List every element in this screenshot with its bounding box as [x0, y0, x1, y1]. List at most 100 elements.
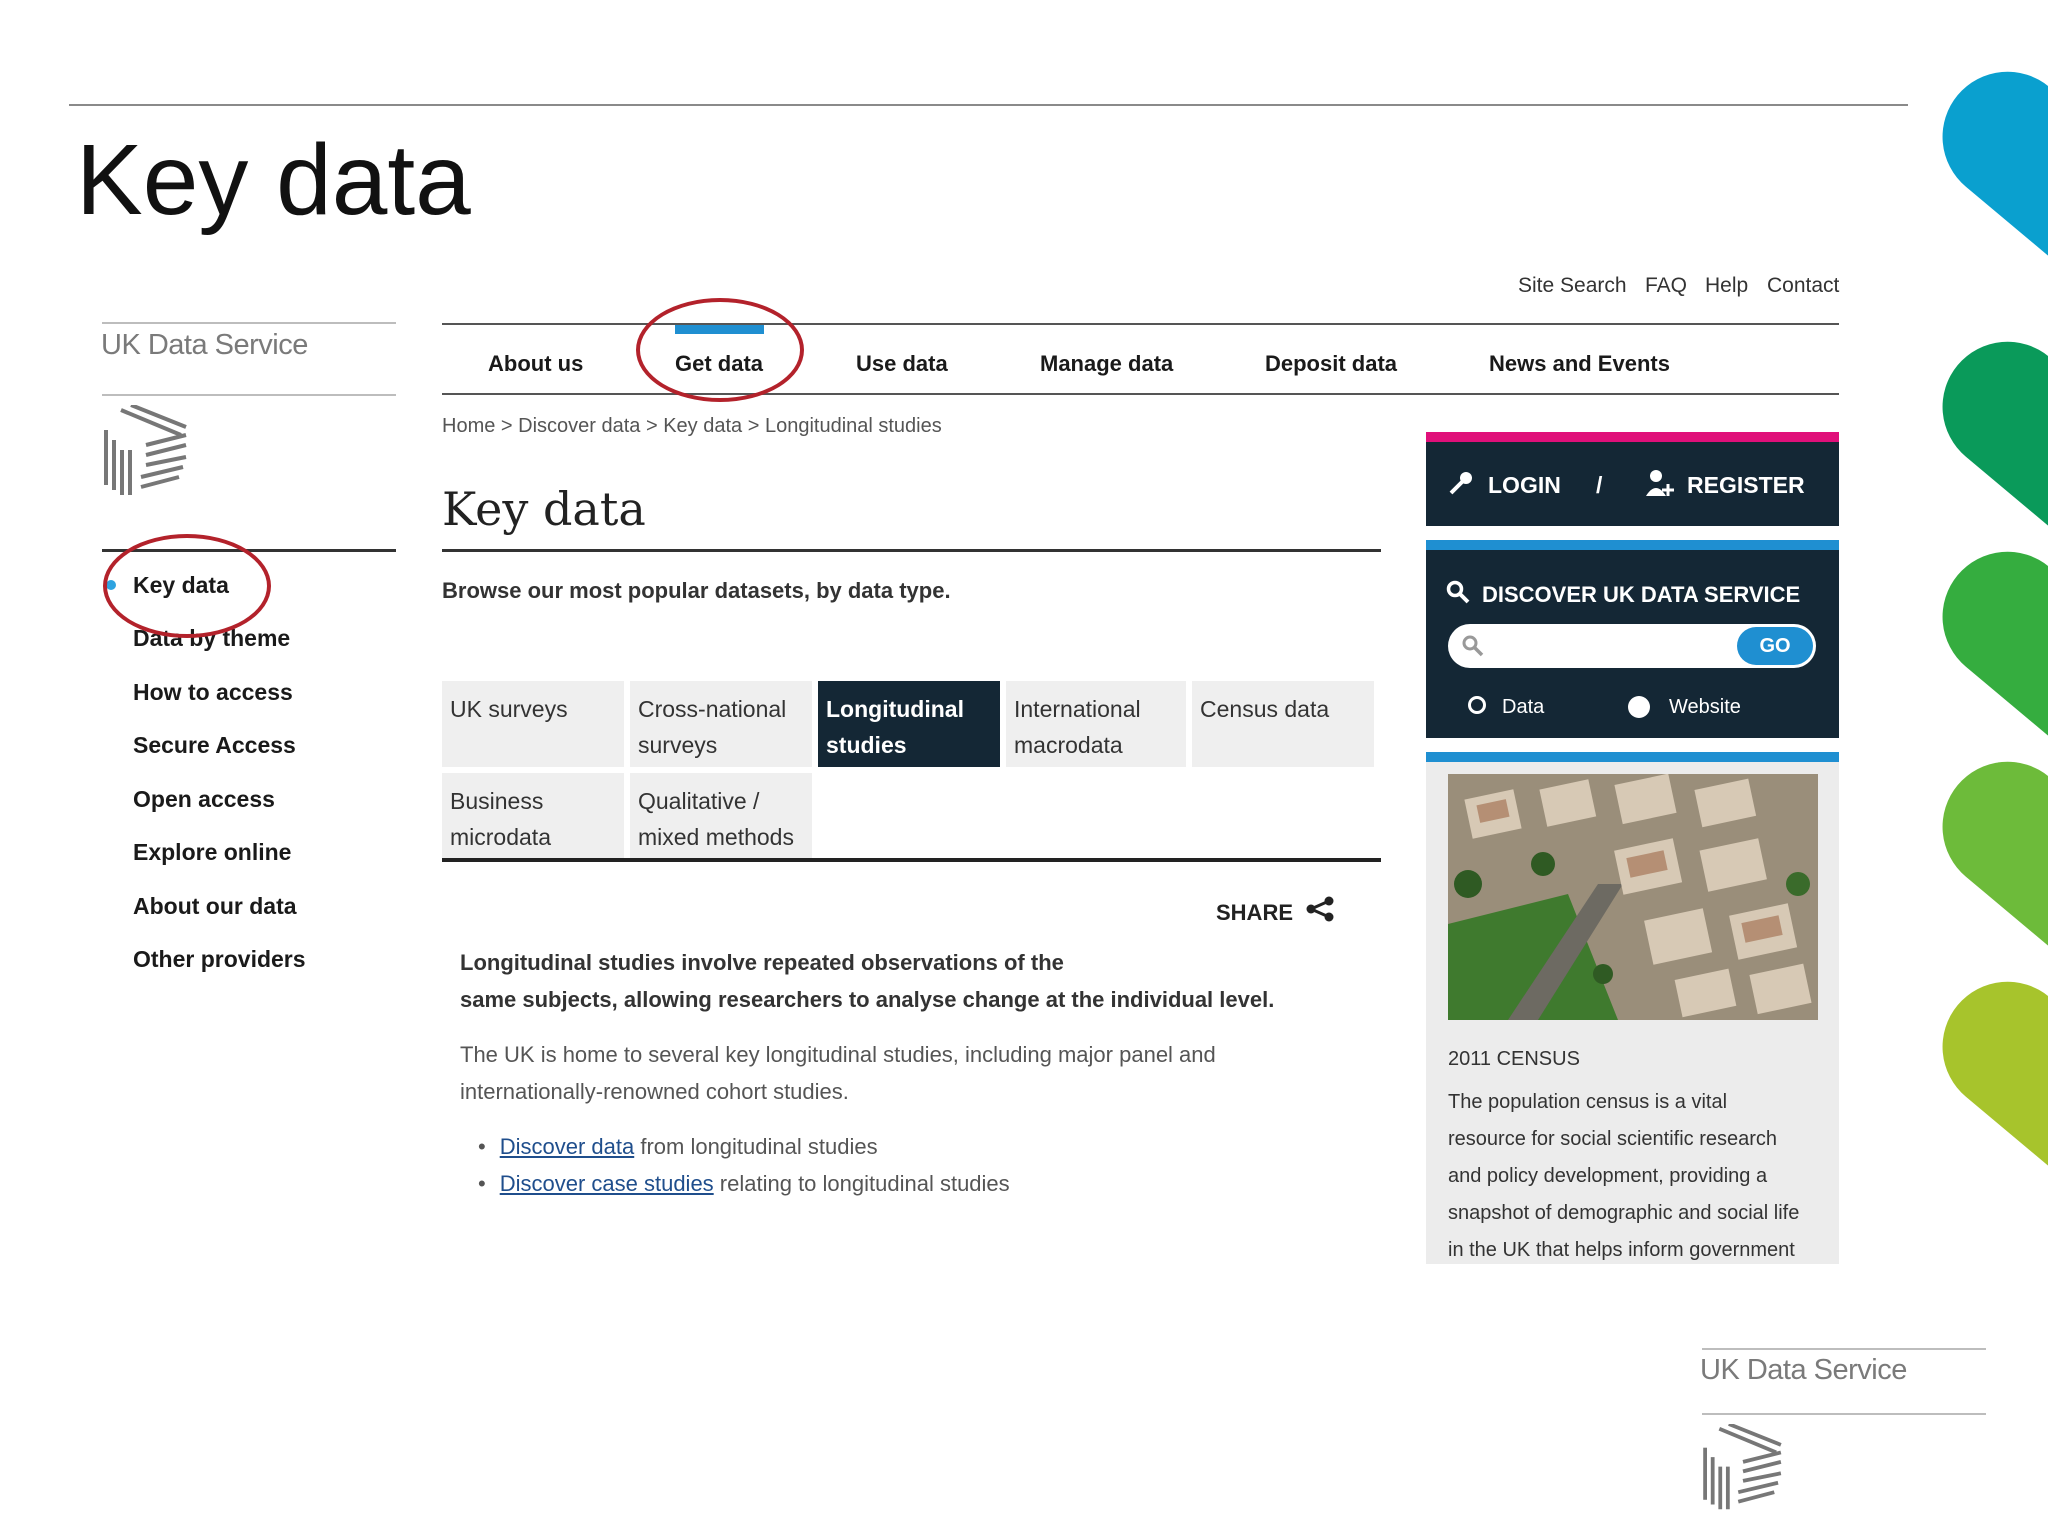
census-line: The population census is a vital [1448, 1091, 1728, 1113]
tab-qualitative-mixed-methods[interactable]: Qualitative / mixed methods [630, 773, 812, 858]
lead-line-1: Longitudinal studies involve repeated ob… [460, 950, 1064, 975]
bullet-1-text: from longitudinal studies [634, 1134, 878, 1159]
sidebar-item-open-access[interactable]: Open access [133, 786, 275, 813]
census-panel: 2011 CENSUS The population census is a v… [1426, 762, 1839, 1264]
content-lead: Longitudinal studies involve repeated ob… [460, 944, 1350, 1018]
decor-stripe-lime [1915, 955, 2048, 1235]
page-heading: Key data [442, 482, 646, 536]
register-link[interactable]: REGISTER [1687, 472, 1805, 499]
annotation-circle-key-data [103, 534, 271, 638]
search-icon [1446, 580, 1470, 609]
tab-label-line1: Qualitative / [638, 788, 760, 814]
tab-cross-national-surveys[interactable]: Cross-national surveys [630, 681, 812, 767]
footer-brand-name: UK Data Service [1700, 1354, 1907, 1386]
search-field[interactable]: GO [1448, 624, 1816, 668]
para-line-1: The UK is home to several key longitudin… [460, 1042, 1216, 1067]
go-label: GO [1759, 635, 1791, 657]
decor-stripe-green-1 [1915, 315, 2048, 595]
search-input[interactable] [1494, 630, 1718, 662]
decor-stripe-green-2 [1915, 525, 2048, 805]
census-line: and policy development, providing a [1448, 1165, 1768, 1187]
sidebar-item-how-to-access[interactable]: How to access [133, 679, 293, 706]
discover-top-bar [1426, 540, 1839, 550]
bullet-item-2: • Discover case studies relating to longi… [478, 1171, 1010, 1196]
census-line: resource for social scientific research [1448, 1128, 1778, 1150]
auth-separator: / [1596, 472, 1603, 498]
census-aerial-photo[interactable] [1448, 774, 1818, 1020]
bullet-2-text: relating to longitudinal studies [713, 1171, 1010, 1196]
share-icon [1305, 896, 1335, 928]
link-discover-data[interactable]: Discover data [500, 1134, 635, 1159]
tab-international-macrodata[interactable]: International macrodata [1006, 681, 1186, 767]
login-top-bar [1426, 432, 1839, 442]
tab-census-data[interactable]: Census data [1192, 681, 1374, 767]
heading-rule [442, 549, 1381, 552]
tab-label-line2: microdata [450, 824, 551, 850]
tab-business-microdata[interactable]: Business microdata [442, 773, 624, 858]
link-site-search[interactable]: Site Search [1518, 274, 1627, 298]
census-description: The population census is a vital resourc… [1448, 1084, 1799, 1269]
slide-title: Key data [76, 124, 471, 236]
decor-stripe-blue [1915, 45, 2048, 325]
intro-text: Browse our most popular datasets, by dat… [442, 578, 951, 603]
bullet-item-1: • Discover data from longitudinal studies [478, 1134, 878, 1159]
radio-data[interactable] [1468, 696, 1486, 714]
sidebar-item-secure-access[interactable]: Secure Access [133, 732, 296, 759]
tab-uk-surveys[interactable]: UK surveys [442, 681, 624, 767]
content-paragraph: The UK is home to several key longitudin… [460, 1036, 1350, 1110]
login-panel: LOGIN / REGISTER [1426, 442, 1839, 526]
footer-brand-rule-bottom [1702, 1413, 1986, 1415]
tab-label-line2: studies [826, 732, 907, 758]
tab-longitudinal-studies[interactable]: Longitudinal studies [818, 681, 1000, 767]
annotation-circle-get-data [636, 298, 804, 402]
tabs-bottom-rule [442, 858, 1381, 862]
radio-data-label: Data [1502, 696, 1545, 718]
census-line: snapshot of demographic and social life [1448, 1202, 1800, 1224]
sidebar-item-explore-online[interactable]: Explore online [133, 839, 291, 866]
tab-label-line1: Longitudinal [826, 696, 964, 722]
sidebar-item-other-providers[interactable]: Other providers [133, 946, 306, 973]
radio-website[interactable] [1628, 696, 1650, 718]
lead-line-2: same subjects, allowing researchers to a… [460, 987, 1275, 1012]
link-discover-case-studies[interactable]: Discover case studies [500, 1171, 714, 1196]
decor-stripe-green-3 [1915, 735, 2048, 1015]
share-label: SHARE [1216, 900, 1294, 925]
tab-label-line1: UK surveys [450, 696, 568, 722]
tab-label-line2: macrodata [1014, 732, 1123, 758]
brand-rule-top [102, 322, 396, 324]
breadcrumb[interactable]: Home > Discover data > Key data > Longit… [442, 415, 942, 438]
footer-logo-icon [1700, 1422, 1786, 1519]
content-bullets: • Discover data from longitudinal studies… [478, 1128, 1010, 1202]
search-field-icon [1462, 635, 1484, 662]
nav-use-data[interactable]: Use data [856, 351, 948, 377]
sidebar-item-about-our-data[interactable]: About our data [133, 893, 297, 920]
radio-website-label: Website [1669, 696, 1741, 718]
go-button[interactable]: GO [1737, 627, 1813, 665]
nav-rule-bottom [442, 393, 1839, 395]
link-faq[interactable]: FAQ [1645, 274, 1687, 298]
discover-panel: DISCOVER UK DATA SERVICE GO Data Website [1426, 550, 1839, 738]
tab-label-line1: Cross-national [638, 696, 787, 722]
link-help[interactable]: Help [1705, 274, 1748, 298]
link-contact[interactable]: Contact [1767, 274, 1839, 298]
tab-label-line2: surveys [638, 732, 718, 758]
census-top-bar [1426, 752, 1839, 762]
logo-icon[interactable] [101, 403, 191, 505]
discover-title: DISCOVER UK DATA SERVICE [1482, 582, 1801, 607]
tab-label-line1: International [1014, 696, 1141, 722]
brand-rule-bottom [102, 394, 396, 396]
nav-manage-data[interactable]: Manage data [1040, 351, 1173, 377]
footer-brand-rule-top [1702, 1348, 1986, 1350]
register-user-icon [1644, 468, 1674, 503]
slide-top-rule [69, 104, 1908, 106]
census-title: 2011 CENSUS [1448, 1048, 1580, 1070]
key-icon [1448, 470, 1474, 501]
tab-label-line1: Business [450, 788, 544, 814]
login-link[interactable]: LOGIN [1488, 472, 1561, 499]
brand-name[interactable]: UK Data Service [101, 329, 308, 362]
tab-label-line1: Census data [1200, 696, 1330, 722]
nav-deposit-data[interactable]: Deposit data [1265, 351, 1397, 377]
nav-news-and-events[interactable]: News and Events [1489, 351, 1670, 377]
share-button[interactable]: SHARE [1216, 896, 1335, 928]
nav-about-us[interactable]: About us [488, 351, 583, 377]
